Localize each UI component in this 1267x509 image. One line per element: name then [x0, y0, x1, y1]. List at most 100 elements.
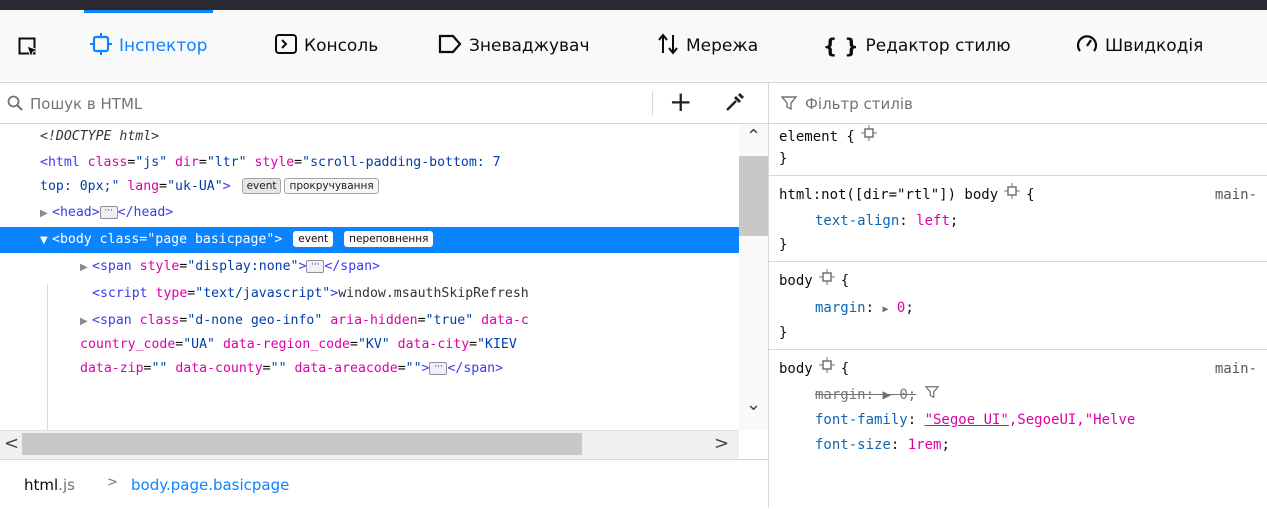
overridden-filter-icon[interactable]	[924, 386, 940, 403]
collapsed-content-icon[interactable]: ···	[306, 259, 325, 273]
styles-filter-input[interactable]	[803, 91, 1247, 117]
scroll-badge[interactable]: прокручування	[284, 178, 379, 194]
attr-value: "UA"	[183, 337, 215, 352]
attr-value: ""	[270, 361, 287, 376]
scroll-right-icon[interactable]: >	[714, 433, 729, 454]
head-node[interactable]: ▶ <head> ··· </head>	[40, 200, 173, 226]
rule3-overridden-declaration[interactable]: margin: ▶ 0;	[815, 382, 940, 408]
attr-name: class	[99, 232, 140, 247]
attr-value: ""	[405, 361, 422, 376]
event-badge[interactable]: event	[293, 231, 334, 247]
tab-network[interactable]: Мережа	[657, 10, 758, 82]
geo-span-node-continued[interactable]: country_code="UA" data-region_code="KV" …	[80, 332, 517, 358]
rule2-declaration[interactable]: margin: ▶ 0;	[815, 295, 914, 321]
expand-arrow-icon[interactable]: ▶	[40, 201, 52, 227]
html-node-continued[interactable]: top: 0px;" lang="uk-UA"> event прокручува…	[40, 174, 379, 200]
attr-name: aria-hidden	[330, 313, 418, 328]
rule1-source-link[interactable]: main-	[1215, 182, 1257, 208]
tab-inspector-label: Інспектор	[119, 36, 208, 56]
attr-name: lang	[127, 179, 160, 194]
filter-icon	[780, 95, 798, 115]
html-node[interactable]: <html class="js" dir="ltr" style="scroll…	[40, 150, 501, 176]
attr-value: "uk-UA"	[167, 179, 223, 194]
rule3-source-link[interactable]: main-	[1215, 356, 1257, 382]
rule-divider	[769, 261, 1267, 262]
performance-icon	[1076, 33, 1098, 60]
rule-divider	[769, 175, 1267, 176]
rule3-font-family[interactable]: font-family: "Segoe UI",SegoeUI,"Helve	[815, 407, 1135, 433]
body-node-selected[interactable]: ▼ <body class="page basicpage"> event пер…	[0, 227, 739, 253]
attr-name: data-c	[481, 313, 529, 328]
styles-filter-bar	[769, 83, 1267, 124]
tab-debugger[interactable]: Зневаджувач	[438, 10, 590, 82]
attr-name: dir	[175, 155, 199, 170]
attr-name: type	[155, 286, 188, 301]
collapsed-content-icon[interactable]: ···	[99, 205, 118, 219]
rule1-declaration[interactable]: text-align: left;	[815, 208, 958, 234]
rule-divider	[769, 349, 1267, 350]
expand-arrow-icon[interactable]: ▶	[80, 255, 92, 281]
breadcrumb-separator-icon: >	[107, 475, 118, 490]
eyedropper-icon[interactable]	[724, 91, 746, 117]
rule3-selector[interactable]: body{main-	[779, 356, 1257, 382]
span-node[interactable]: ▶ <span style="display:none"> ··· </span>	[80, 254, 380, 280]
collapse-arrow-icon[interactable]: ▼	[40, 228, 52, 254]
tab-style-editor-label: Редактор стилю	[865, 36, 1011, 56]
scroll-up-icon[interactable]: ⌃	[746, 126, 761, 147]
css-rules: element { } html:not([dir="rtl"]) body{m…	[769, 124, 1267, 508]
debugger-icon	[438, 34, 462, 59]
vertical-scroll-thumb[interactable]	[739, 156, 768, 236]
scroll-down-icon[interactable]: ⌄	[746, 394, 761, 415]
highlight-elements-icon[interactable]	[1004, 182, 1021, 208]
highlight-elements-icon[interactable]	[818, 268, 835, 294]
attr-value: "js"	[135, 155, 168, 170]
rule-close-brace: }	[779, 237, 788, 253]
attr-value: "true"	[425, 313, 474, 328]
rule3-font-size[interactable]: font-size: 1rem;	[815, 432, 950, 458]
rules-panel: element { } html:not([dir="rtl"]) body{m…	[769, 83, 1267, 508]
highlight-elements-icon[interactable]	[818, 356, 835, 382]
overflow-badge[interactable]: переповнення	[344, 231, 434, 247]
add-node-icon[interactable]: +	[669, 86, 692, 118]
style-editor-icon: { }	[823, 34, 859, 58]
toolbar-divider	[652, 91, 653, 115]
attr-name: data-city	[397, 337, 470, 352]
breadcrumb-html[interactable]: html.js	[24, 476, 75, 494]
attr-name: data-county	[175, 361, 263, 376]
script-node[interactable]: <script type="text/javascript">window.ms…	[80, 281, 529, 307]
attr-name: class	[139, 313, 180, 328]
markup-vertical-scrollbar[interactable]: ⌃ ⌄	[739, 124, 768, 430]
markup-panel: + <!DOCTYPE html> <html class="js" dir="…	[0, 83, 769, 509]
rule1-selector[interactable]: html:not([dir="rtl"]) body{main-	[779, 182, 1257, 208]
tab-performance[interactable]: Швидкодія	[1076, 10, 1203, 82]
attr-name: style	[254, 155, 295, 170]
span-close-tag: </span>	[324, 259, 380, 274]
horizontal-scroll-thumb[interactable]	[22, 433, 582, 455]
doctype-node[interactable]: <!DOCTYPE html>	[40, 124, 159, 150]
console-icon	[275, 33, 297, 59]
markup-horizontal-scrollbar[interactable]: < >	[0, 430, 739, 459]
body-tag: <body	[52, 232, 92, 247]
geo-span-node[interactable]: ▶ <span class="d-none geo-info" aria-hidd…	[80, 308, 529, 334]
breadcrumb-body[interactable]: body.page.basicpage	[131, 476, 289, 494]
inspector-icon	[90, 32, 112, 60]
element-picker-icon[interactable]	[18, 37, 40, 59]
attr-value: "text/javascript"	[195, 286, 331, 301]
html-tag: <html	[40, 155, 80, 170]
event-badge[interactable]: event	[241, 178, 282, 194]
tab-style-editor[interactable]: { } Редактор стилю	[823, 10, 1011, 82]
tab-inspector[interactable]: Інспектор	[83, 10, 214, 82]
tab-performance-label: Швидкодія	[1105, 36, 1204, 56]
geo-span-node-continued-2[interactable]: data-zip="" data-county="" data-areacode…	[80, 356, 503, 382]
tab-console[interactable]: Консоль	[275, 10, 378, 82]
head-close-tag: </head>	[117, 205, 174, 220]
markup-search-input[interactable]	[28, 91, 632, 117]
rule2-selector[interactable]: body{	[779, 268, 849, 294]
attr-value: "ltr"	[206, 155, 247, 170]
scroll-left-icon[interactable]: <	[4, 433, 19, 454]
markup-search-bar: +	[0, 83, 768, 124]
tab-console-label: Консоль	[304, 36, 379, 56]
highlight-elements-icon[interactable]	[860, 124, 877, 150]
element-rule-selector[interactable]: element {	[779, 124, 883, 150]
collapsed-content-icon[interactable]: ···	[429, 361, 448, 375]
